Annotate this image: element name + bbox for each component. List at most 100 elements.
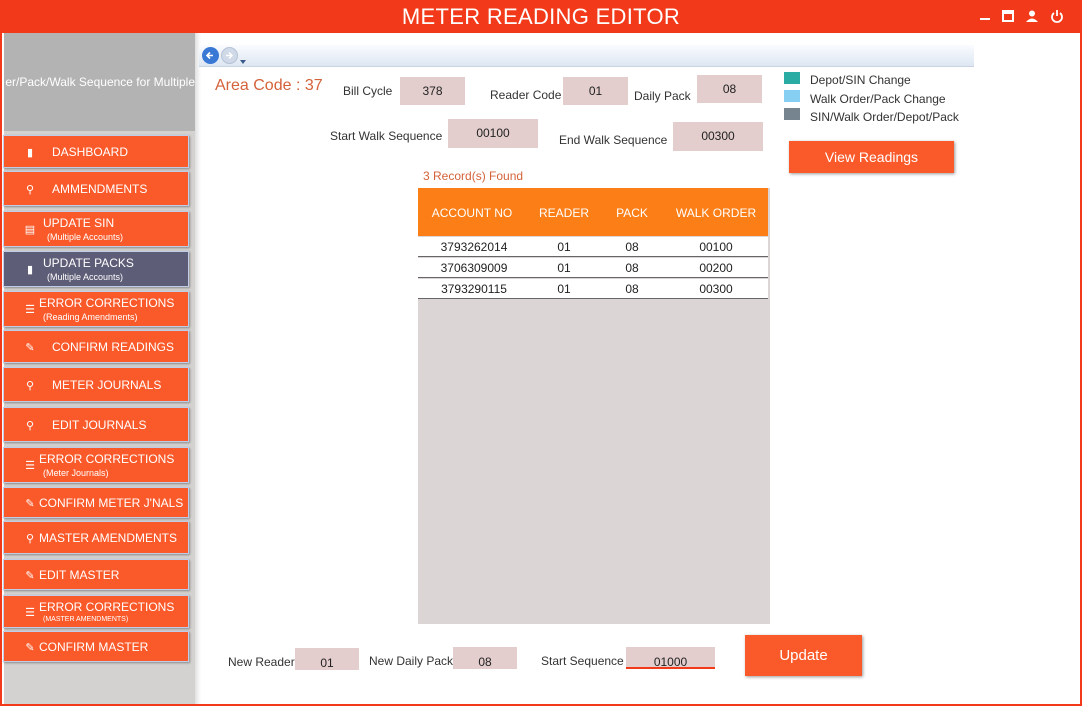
history-dropdown-icon[interactable] — [240, 52, 247, 70]
end-walk-sequence-label: End Walk Sequence — [559, 133, 668, 147]
update-button[interactable]: Update — [745, 635, 862, 676]
sidebar-item-edit-master[interactable]: ✎ EDIT MASTER — [3, 559, 189, 590]
sidebar-item-label: CONFIRM READINGS — [52, 339, 175, 354]
column-header-account-no[interactable]: ACCOUNT NO — [426, 206, 518, 220]
user-edit-icon: ⚲ — [25, 379, 35, 392]
cell-walk-order: 00300 — [699, 282, 733, 296]
cell-account-no: 3793262014 — [440, 240, 508, 254]
list-icon: ☰ — [25, 460, 35, 472]
sidebar-item-update-packs[interactable]: ▮ UPDATE PACKS (Multiple Accounts) — [3, 251, 189, 287]
sidebar-item-sublabel: (Meter Journals) — [43, 468, 109, 478]
reader-code-field[interactable]: 01 — [563, 77, 628, 105]
sidebar-item-edit-journals[interactable]: ⚲ EDIT JOURNALS — [3, 407, 189, 442]
cell-pack: 08 — [625, 282, 639, 296]
sidebar-item-label: DASHBOARD — [52, 144, 129, 159]
maximize-icon[interactable] — [1001, 9, 1015, 23]
bill-cycle-field[interactable]: 378 — [400, 77, 465, 105]
window-title: METER READING EDITOR — [401, 4, 681, 29]
pencil-icon: ✎ — [25, 497, 35, 510]
list-icon: ☰ — [25, 304, 35, 316]
sidebar-header: er/Pack/Walk Sequence for Multiple — [4, 33, 195, 131]
sidebar-item-ammendments[interactable]: ⚲ AMMENDMENTS — [3, 171, 189, 206]
sidebar-item-master-amendments[interactable]: ⚲ MASTER AMENDMENTS — [3, 521, 189, 554]
records-found: 3 Record(s) Found — [423, 169, 524, 183]
cell-reader: 01 — [557, 240, 571, 254]
new-reader-input[interactable]: 01 — [295, 648, 359, 670]
legend-label-sin-walk-depot-pack: SIN/Walk Order/Depot/Pack — [810, 110, 959, 124]
legend-swatch-sin-walk-depot-pack — [784, 108, 800, 120]
pencil-icon: ✎ — [25, 341, 35, 354]
cell-pack: 08 — [625, 240, 639, 254]
list-icon: ☰ — [25, 606, 35, 619]
sidebar-item-label: ERROR CORRECTIONS — [39, 600, 175, 614]
bill-cycle-label: Bill Cycle — [343, 84, 393, 98]
sidebar-item-label: CONFIRM MASTER — [39, 639, 149, 654]
pencil-icon: ✎ — [25, 641, 35, 654]
cell-account-no: 3706309009 — [440, 261, 508, 275]
sidebar-item-error-corrections[interactable]: ☰ ERROR CORRECTIONS (MASTER AMENDMENTS) — [3, 595, 189, 628]
cell-walk-order: 00200 — [699, 261, 733, 275]
pencil-icon: ✎ — [25, 569, 35, 582]
table-row[interactable]: 3706309009 01 08 00200 — [418, 258, 768, 278]
sidebar-item-label: EDIT JOURNALS — [52, 417, 147, 432]
start-sequence-label: Start Sequence — [541, 654, 624, 668]
table-row[interactable]: 3793290115 01 08 00300 — [418, 279, 768, 299]
sidebar-item-update-sin[interactable]: ▤ UPDATE SIN (Multiple Accounts) — [3, 211, 189, 247]
cell-walk-order: 00100 — [699, 240, 733, 254]
column-header-pack[interactable]: PACK — [608, 206, 656, 220]
sidebar-header-text: er/Pack/Walk Sequence for Multiple — [5, 75, 195, 89]
cell-reader: 01 — [557, 261, 571, 275]
view-readings-button[interactable]: View Readings — [789, 141, 954, 173]
table-header: ACCOUNT NO READER PACK WALK ORDER — [418, 188, 768, 236]
sidebar-item-confirm-master[interactable]: ✎ CONFIRM MASTER — [3, 631, 189, 662]
sidebar-item-meter-journals[interactable]: ⚲ METER JOURNALS — [3, 367, 189, 402]
sidebar-item-confirm-meter-j-nals[interactable]: ✎ CONFIRM METER J'NALS — [3, 487, 189, 518]
sidebar-item-sublabel: (MASTER AMENDMENTS) — [43, 616, 129, 623]
sidebar-item-confirm-readings[interactable]: ✎ CONFIRM READINGS — [3, 330, 189, 363]
cell-pack: 08 — [625, 261, 639, 275]
reader-code-label: Reader Code — [490, 88, 562, 102]
sidebar-item-label: ERROR CORRECTIONS — [39, 452, 175, 466]
area-code: Area Code : 37 — [215, 77, 323, 94]
sidebar-item-dashboard[interactable]: ▮ DASHBOARD — [3, 135, 189, 168]
legend-swatch-depot-sin — [784, 72, 800, 84]
sidebar-item-label: METER JOURNALS — [52, 377, 162, 392]
user-edit-icon: ⚲ — [25, 419, 35, 432]
sidebar-item-label: UPDATE PACKS — [43, 256, 134, 270]
sidebar-shadow — [195, 33, 201, 704]
legend-label-depot-sin: Depot/SIN Change — [810, 73, 911, 87]
table-row[interactable]: 3793262014 01 08 00100 — [418, 237, 768, 257]
new-reader-label: New Reader — [228, 655, 295, 669]
start-walk-sequence-label: Start Walk Sequence — [330, 129, 443, 143]
new-daily-pack-input[interactable]: 08 — [453, 647, 517, 669]
daily-pack-label: Daily Pack — [634, 89, 691, 103]
readings-table: ACCOUNT NO READER PACK WALK ORDER 379326… — [418, 188, 770, 624]
user-icon[interactable] — [1025, 9, 1039, 23]
sidebar-item-sublabel: (Multiple Accounts) — [47, 272, 124, 282]
daily-pack-field[interactable]: 08 — [697, 75, 762, 103]
sidebar-item-error-corrections[interactable]: ☰ ERROR CORRECTIONS (Meter Journals) — [3, 447, 189, 483]
power-icon[interactable] — [1050, 9, 1064, 23]
title-bar: METER READING EDITOR — [0, 0, 1082, 33]
start-sequence-input[interactable]: 01000 — [626, 647, 715, 669]
sidebar-item-label: ERROR CORRECTIONS — [39, 296, 175, 310]
legend-swatch-walk-order-pack — [784, 90, 800, 102]
column-header-walk-order[interactable]: WALK ORDER — [670, 206, 762, 220]
user-edit-icon: ⚲ — [25, 532, 35, 545]
back-arrow-icon[interactable] — [202, 47, 219, 64]
sidebar-item-error-corrections[interactable]: ☰ ERROR CORRECTIONS (Reading Amendments) — [3, 291, 189, 327]
document-icon: ▤ — [24, 224, 36, 236]
user-edit-icon: ⚲ — [25, 183, 35, 196]
end-walk-sequence-field[interactable]: 00300 — [673, 122, 763, 151]
forward-arrow-icon[interactable] — [221, 47, 238, 64]
minimize-icon[interactable] — [978, 9, 992, 23]
sidebar-item-label: MASTER AMENDMENTS — [39, 530, 178, 545]
cell-reader: 01 — [557, 282, 571, 296]
column-header-reader[interactable]: READER — [530, 206, 598, 220]
start-walk-sequence-field[interactable]: 00100 — [448, 119, 538, 148]
cell-account-no: 3793290115 — [441, 282, 507, 296]
bookmark-icon: ▮ — [26, 264, 34, 276]
legend-label-walk-order-pack: Walk Order/Pack Change — [810, 92, 946, 106]
sidebar-item-label: UPDATE SIN — [43, 216, 115, 230]
sidebar-item-label: AMMENDMENTS — [52, 181, 148, 196]
